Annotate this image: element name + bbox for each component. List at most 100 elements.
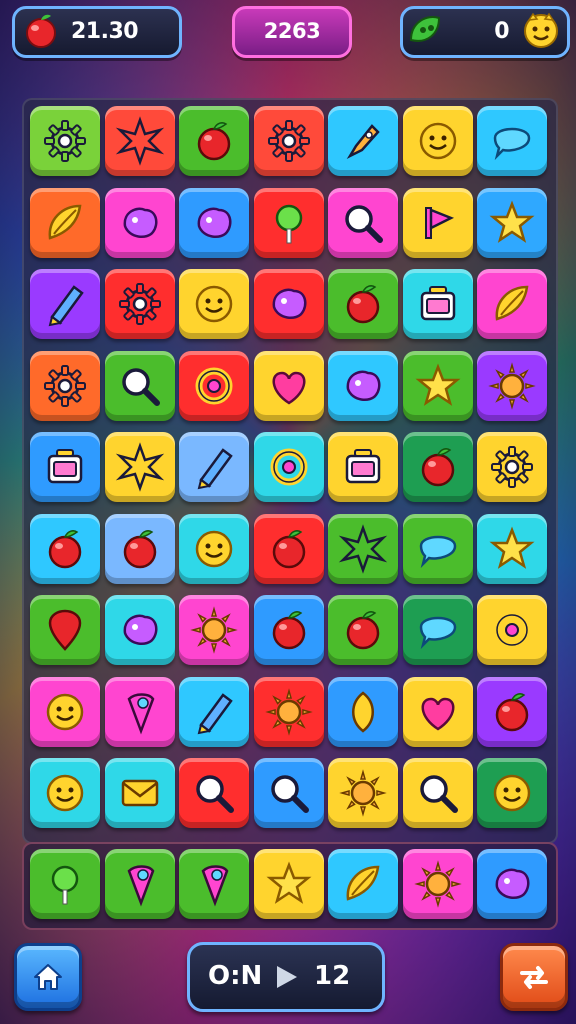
board-tile-r6-c2[interactable] (105, 514, 175, 584)
crayon-icon (48, 285, 84, 327)
board-tile-r6-c5[interactable] (328, 514, 398, 584)
board-tile-r8-c3[interactable] (179, 677, 249, 747)
board-tile-r3-c4[interactable] (254, 269, 324, 339)
board-tile-r4-c1[interactable] (30, 351, 100, 421)
bubble-icon (419, 616, 457, 650)
apple-icon (272, 611, 306, 650)
board-tile-r5-c4[interactable] (254, 432, 324, 502)
board-tile-r9-c5[interactable] (328, 758, 398, 828)
ring-icon (270, 448, 308, 486)
board-tile-r8-c6[interactable] (403, 677, 473, 747)
board-tile-r1-c4[interactable] (254, 106, 324, 176)
board-tile-r1-c7[interactable] (477, 106, 547, 176)
board-tile-r5-c2[interactable] (105, 432, 175, 502)
board-tile-r3-c7[interactable] (477, 269, 547, 339)
board-tile-r7-c1[interactable] (30, 595, 100, 665)
board-tile-r2-c3[interactable] (179, 188, 249, 258)
board-tile-r9-c1[interactable] (30, 758, 100, 828)
tray-tile-3[interactable] (179, 849, 249, 919)
board-tile-r5-c3[interactable] (179, 432, 249, 502)
cone-icon (127, 865, 155, 907)
board-tile-r2-c6[interactable] (403, 188, 473, 258)
board-tile-r5-c7[interactable] (477, 432, 547, 502)
board-tile-r5-c5[interactable] (328, 432, 398, 502)
board-tile-r3-c1[interactable] (30, 269, 100, 339)
board-tile-r7-c4[interactable] (254, 595, 324, 665)
board-tile-r3-c6[interactable] (403, 269, 473, 339)
board-tile-r8-c1[interactable] (30, 677, 100, 747)
board-tile-r2-c1[interactable] (30, 188, 100, 258)
red-apple-icon (26, 14, 56, 48)
board-tile-r2-c5[interactable] (328, 188, 398, 258)
board-tile-r2-c7[interactable] (477, 188, 547, 258)
magnifier-icon (196, 775, 234, 813)
board-tile-r2-c2[interactable] (105, 188, 175, 258)
magnifier-icon (420, 775, 458, 813)
board-tile-r9-c4[interactable] (254, 758, 324, 828)
board-tile-r1-c5[interactable] (328, 106, 398, 176)
bonus-value: 0 (494, 19, 509, 44)
sun-icon (414, 860, 462, 908)
board-tile-r1-c1[interactable] (30, 106, 100, 176)
board-tile-r3-c3[interactable] (179, 269, 249, 339)
heart-icon (421, 697, 455, 731)
tray-tile-1[interactable] (30, 849, 100, 919)
board-tile-r9-c2[interactable] (105, 758, 175, 828)
hud-bonus-counter: 0 (400, 6, 570, 58)
tray-tile-6[interactable] (403, 849, 473, 919)
board-tile-r5-c1[interactable] (30, 432, 100, 502)
tray-tile-4[interactable] (254, 849, 324, 919)
board-tile-r3-c2[interactable] (105, 269, 175, 339)
bubble-icon (493, 127, 531, 161)
board-tile-r8-c4[interactable] (254, 677, 324, 747)
board-tile-r6-c4[interactable] (254, 514, 324, 584)
cone-icon (127, 693, 155, 735)
board-tile-r4-c6[interactable] (403, 351, 473, 421)
board-tile-r3-c5[interactable] (328, 269, 398, 339)
star-icon (415, 363, 461, 406)
star-burst-icon (338, 524, 388, 574)
board-tile-r4-c4[interactable] (254, 351, 324, 421)
box-icon (345, 449, 381, 484)
board-tile-r9-c6[interactable] (403, 758, 473, 828)
leaf-swirl-icon (346, 865, 380, 901)
board-tile-r9-c7[interactable] (477, 758, 547, 828)
board-tile-r9-c3[interactable] (179, 758, 249, 828)
hud-apples-counter: 21.30 (12, 6, 182, 58)
board-tile-r4-c3[interactable] (179, 351, 249, 421)
board-tile-r7-c2[interactable] (105, 595, 175, 665)
board-tile-r6-c6[interactable] (403, 514, 473, 584)
board-tile-r8-c5[interactable] (328, 677, 398, 747)
heart-icon (272, 371, 306, 405)
board-tile-r7-c6[interactable] (403, 595, 473, 665)
lollipop-icon (51, 865, 79, 905)
board-tile-r8-c2[interactable] (105, 677, 175, 747)
board-tile-r1-c2[interactable] (105, 106, 175, 176)
tray-tile-7[interactable] (477, 849, 547, 919)
tray-tile-5[interactable] (328, 849, 398, 919)
board-tile-r1-c3[interactable] (179, 106, 249, 176)
board-tile-r4-c7[interactable] (477, 351, 547, 421)
board-tile-r6-c1[interactable] (30, 514, 100, 584)
board-tile-r6-c3[interactable] (179, 514, 249, 584)
play-icon[interactable] (272, 963, 300, 991)
envelope-icon (121, 779, 159, 807)
cone-icon (201, 865, 229, 907)
board-tile-r7-c5[interactable] (328, 595, 398, 665)
board-tile-r2-c4[interactable] (254, 188, 324, 258)
board-tile-r6-c7[interactable] (477, 514, 547, 584)
board-tile-r4-c5[interactable] (328, 351, 398, 421)
box-icon (47, 449, 83, 484)
board-tile-r7-c7[interactable] (477, 595, 547, 665)
crayon-icon (197, 448, 233, 490)
board-tile-r1-c6[interactable] (403, 106, 473, 176)
board-tile-r7-c3[interactable] (179, 595, 249, 665)
board-tile-r4-c2[interactable] (105, 351, 175, 421)
board-tile-r8-c7[interactable] (477, 677, 547, 747)
board-tile-r5-c6[interactable] (403, 432, 473, 502)
shuffle-button[interactable] (500, 943, 568, 1011)
tray-tile-2[interactable] (105, 849, 175, 919)
star-icon (489, 200, 535, 243)
green-leaf-icon (409, 16, 441, 42)
home-button[interactable] (14, 943, 82, 1011)
